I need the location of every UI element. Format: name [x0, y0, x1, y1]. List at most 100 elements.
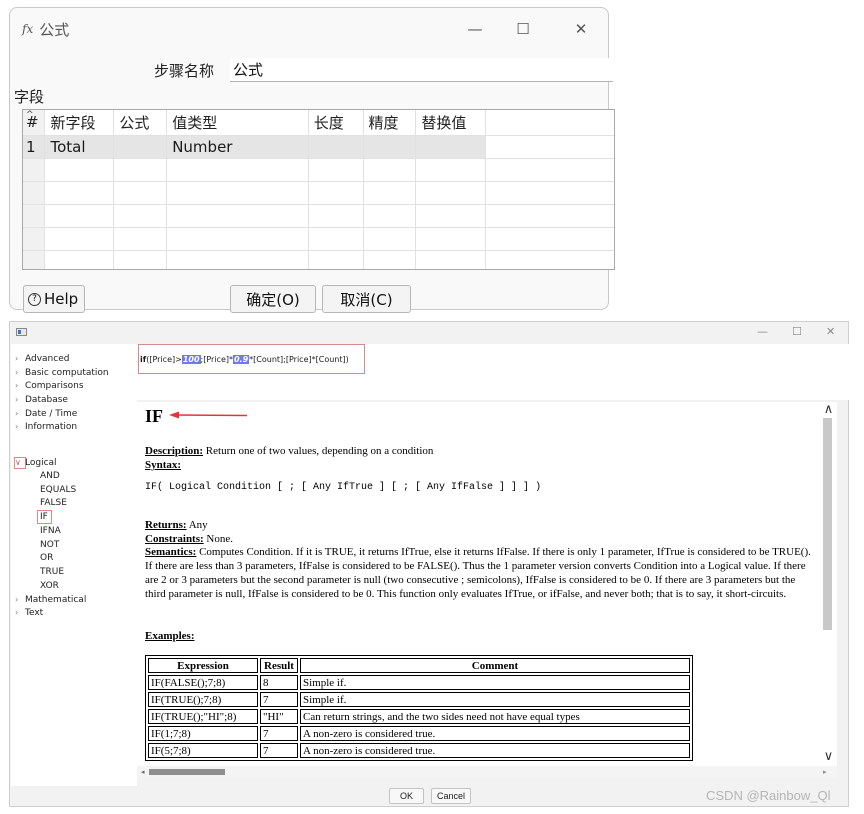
scroll-thumb[interactable]	[823, 418, 832, 630]
tree-item-comparisons[interactable]: › Comparisons	[15, 380, 84, 392]
scroll-thumb[interactable]	[149, 769, 225, 775]
table-cell[interactable]	[23, 250, 46, 269]
col-header-replace-value[interactable]: 替换值	[415, 110, 487, 136]
table-cell[interactable]	[308, 227, 364, 251]
tree-item-advanced[interactable]: › Advanced	[15, 353, 69, 365]
table-cell[interactable]	[308, 135, 364, 159]
table-cell[interactable]	[23, 204, 46, 228]
table-cell[interactable]	[308, 250, 364, 269]
table-cell[interactable]	[166, 181, 309, 205]
table-cell[interactable]	[113, 158, 168, 182]
col-header-precision[interactable]: 精度	[363, 110, 417, 136]
table-cell[interactable]	[363, 250, 417, 269]
table-row[interactable]	[23, 227, 614, 251]
table-cell[interactable]	[113, 227, 168, 251]
table-cell[interactable]	[23, 227, 46, 251]
cancel-button[interactable]: Cancel	[431, 788, 471, 804]
table-cell[interactable]: Total	[44, 135, 115, 159]
table-cell[interactable]	[308, 181, 364, 205]
scroll-right-icon[interactable]: ▸	[823, 766, 827, 778]
table-cell[interactable]: 1	[23, 135, 46, 159]
table-cell[interactable]	[363, 158, 417, 182]
minimize-icon[interactable]: —	[464, 18, 486, 40]
table-cell[interactable]	[44, 204, 115, 228]
tree-item-date-time[interactable]: › Date / Time	[15, 408, 77, 420]
table-cell[interactable]	[44, 181, 115, 205]
table-row[interactable]	[23, 158, 614, 182]
scroll-down-icon[interactable]: ∨	[821, 749, 836, 764]
tree-item-and[interactable]: AND	[40, 470, 60, 482]
table-header-row: # 新字段 公式 值类型 长度 精度 替换值	[23, 110, 614, 136]
formula-expression[interactable]: if([Price]>100;[Price]*0.9*[Count];[Pric…	[138, 344, 365, 374]
maximize-icon[interactable]: ☐	[792, 325, 802, 338]
tree-item-mathematical[interactable]: › Mathematical	[15, 594, 86, 606]
help-icon: ?	[28, 292, 41, 306]
horizontal-scrollbar[interactable]: ◂ ▸	[137, 766, 837, 778]
example-result: 7	[260, 692, 298, 707]
table-row[interactable]	[23, 204, 614, 228]
help-button[interactable]: ? Help	[23, 285, 85, 313]
tree-item-true[interactable]: TRUE	[40, 566, 64, 578]
vertical-scrollbar[interactable]: ∧ ∨	[820, 402, 837, 766]
table-cell[interactable]: Number	[166, 135, 309, 159]
table-row[interactable]	[23, 181, 614, 205]
table-cell[interactable]	[308, 204, 364, 228]
close-icon[interactable]: ✕	[826, 325, 835, 338]
formula-highlight: 100	[181, 355, 201, 364]
step-name-input[interactable]	[230, 58, 613, 82]
table-cell[interactable]	[113, 135, 168, 159]
table-cell[interactable]	[415, 204, 487, 228]
table-cell[interactable]	[23, 158, 46, 182]
maximize-icon[interactable]: ☐	[512, 18, 534, 40]
table-cell[interactable]	[363, 135, 417, 159]
col-header-formula[interactable]: 公式	[113, 110, 168, 136]
tree-item-information[interactable]: › Information	[15, 421, 77, 433]
table-cell[interactable]	[415, 250, 487, 269]
table-row[interactable]	[23, 250, 614, 269]
sort-icon[interactable]: ^	[26, 110, 34, 120]
cancel-button[interactable]: 取消(C)	[322, 285, 411, 313]
tree-item-if[interactable]: IF	[40, 511, 48, 523]
table-cell[interactable]	[166, 204, 309, 228]
table-cell[interactable]	[415, 227, 487, 251]
table-cell[interactable]	[363, 204, 417, 228]
tree-item-not[interactable]: NOT	[40, 539, 59, 551]
tree-item-ifna[interactable]: IFNA	[40, 525, 61, 537]
tree-item-basic-computation[interactable]: › Basic computation	[15, 367, 109, 379]
table-cell[interactable]	[415, 181, 487, 205]
col-header-new-field[interactable]: 新字段	[44, 110, 115, 136]
close-icon[interactable]: ✕	[570, 18, 592, 40]
ok-button[interactable]: 确定(O)	[230, 285, 316, 313]
tree-item-logical[interactable]: ∨ Logical	[15, 457, 57, 469]
table-cell[interactable]	[308, 158, 364, 182]
table-cell[interactable]	[415, 135, 487, 159]
formula-editor[interactable]: if([Price]>100;[Price]*0.9*[Count];[Pric…	[137, 344, 849, 400]
table-cell[interactable]	[44, 227, 115, 251]
tree-item-xor[interactable]: XOR	[40, 580, 59, 592]
table-cell[interactable]	[166, 158, 309, 182]
table-cell[interactable]	[113, 204, 168, 228]
table-cell[interactable]	[363, 227, 417, 251]
tree-item-false[interactable]: FALSE	[40, 497, 67, 509]
table-cell[interactable]	[44, 250, 115, 269]
table-cell[interactable]	[113, 181, 168, 205]
table-cell[interactable]	[44, 158, 115, 182]
table-cell[interactable]	[166, 250, 309, 269]
col-header-value-type[interactable]: 值类型	[166, 110, 309, 136]
tree-item-database[interactable]: › Database	[15, 394, 68, 406]
col-header-length[interactable]: 长度	[308, 110, 364, 136]
table-cell[interactable]	[363, 181, 417, 205]
ok-button[interactable]: OK	[389, 788, 424, 804]
table-cell[interactable]	[23, 181, 46, 205]
table-row[interactable]: 1 Total Number	[23, 135, 614, 159]
table-cell[interactable]	[113, 250, 168, 269]
tree-item-text[interactable]: › Text	[15, 607, 43, 619]
tree-item-or[interactable]: OR	[40, 552, 53, 564]
table-cell[interactable]	[415, 158, 487, 182]
tree-item-equals[interactable]: EQUALS	[40, 484, 76, 496]
scroll-left-icon[interactable]: ◂	[141, 766, 145, 778]
scroll-up-icon[interactable]: ∧	[821, 402, 836, 417]
table-cell[interactable]	[166, 227, 309, 251]
minimize-icon[interactable]: —	[757, 325, 768, 338]
watermark: CSDN @Rainbow_Ql	[706, 788, 831, 803]
